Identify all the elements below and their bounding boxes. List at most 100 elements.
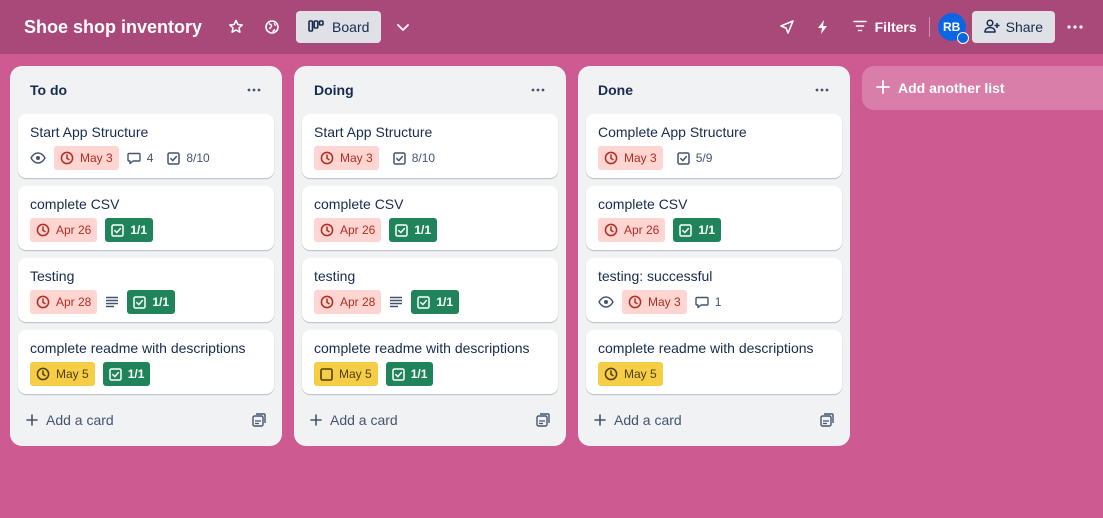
checklist-icon	[108, 367, 122, 381]
checklist-badge: 1/1	[385, 362, 434, 386]
list-header: Done	[586, 66, 842, 114]
card-title: Start App Structure	[30, 124, 149, 140]
create-from-template-icon[interactable]	[536, 413, 550, 427]
card-badges: May 5 1/1	[314, 362, 546, 386]
card[interactable]: complete CSV Apr 26 1/1	[302, 186, 558, 250]
card[interactable]: complete CSV Apr 26 1/1	[586, 186, 842, 250]
card-title: testing: successful	[598, 268, 713, 284]
chevron-down-icon[interactable]	[387, 11, 419, 43]
card-badges: May 3 8/10	[314, 146, 546, 170]
add-card-button[interactable]: Add a card	[310, 412, 398, 428]
checklist-badge: 8/10	[387, 146, 441, 170]
clock-icon	[36, 223, 50, 237]
list-actions-icon[interactable]	[526, 78, 550, 102]
card[interactable]: testing Apr 28 1/1	[302, 258, 558, 322]
due-date-text: Apr 26	[340, 223, 376, 237]
automation-bolt-icon[interactable]	[807, 11, 839, 43]
card[interactable]: complete readme with descriptions May 5 …	[302, 330, 558, 394]
checklist-badge: 1/1	[673, 218, 722, 242]
add-card-label: Add a card	[614, 412, 682, 428]
list-2: Done Complete App Structure May 3 5/9 co…	[578, 66, 850, 446]
checklist-badge: 1/1	[389, 218, 438, 242]
clock-icon	[36, 367, 50, 381]
due-date-badge[interactable]: May 3	[314, 146, 379, 170]
comment-icon	[694, 296, 709, 309]
due-date-badge[interactable]: Apr 26	[30, 218, 98, 242]
list-title[interactable]: To do	[30, 82, 67, 98]
card[interactable]: complete readme with descriptions May 5 …	[18, 330, 274, 394]
due-date-text: Apr 26	[624, 223, 660, 237]
list-actions-icon[interactable]	[810, 78, 834, 102]
due-date-text: May 3	[648, 295, 681, 309]
filters-button[interactable]: Filters	[843, 11, 927, 43]
globe-icon[interactable]	[256, 11, 288, 43]
checklist-icon	[676, 151, 690, 165]
create-from-template-icon[interactable]	[252, 413, 266, 427]
add-card-label: Add a card	[330, 412, 398, 428]
member-avatar[interactable]: RB	[937, 13, 969, 44]
plus-icon	[876, 79, 890, 97]
list-0: To do Start App Structure May 3 4 8/10 c…	[10, 66, 282, 446]
due-date-badge[interactable]: May 3	[54, 146, 119, 170]
due-date-badge[interactable]: May 5	[314, 362, 378, 386]
checklist-badge: 1/1	[105, 218, 154, 242]
add-card-button[interactable]: Add a card	[26, 412, 114, 428]
checklist-icon	[111, 223, 125, 237]
header-divider	[928, 17, 930, 37]
due-date-text: May 5	[339, 367, 372, 381]
due-date-badge[interactable]: Apr 28	[30, 290, 98, 314]
card[interactable]: Start App Structure May 3 4 8/10	[18, 114, 274, 178]
due-date-badge[interactable]: Apr 28	[314, 290, 382, 314]
card[interactable]: Complete App Structure May 3 5/9	[586, 114, 842, 178]
card-badges: May 5 1/1	[30, 362, 262, 386]
checklist-count: 5/9	[695, 151, 713, 165]
due-complete-checkbox-icon	[320, 367, 333, 381]
clock-icon	[36, 295, 50, 309]
card[interactable]: complete CSV Apr 26 1/1	[18, 186, 274, 250]
checklist-count: 1/1	[698, 223, 716, 237]
view-label: Board	[332, 19, 370, 35]
rocket-icon[interactable]	[771, 11, 803, 43]
card-title: complete CSV	[30, 196, 120, 212]
board-header: Shoe shop inventory Board Filters RB Sha…	[0, 0, 1103, 54]
card[interactable]: complete readme with descriptions May 5	[586, 330, 842, 394]
add-list-button[interactable]: Add another list	[862, 66, 1103, 110]
comment-icon	[126, 152, 141, 165]
view-switcher-button[interactable]: Board	[296, 11, 382, 43]
due-date-badge[interactable]: May 3	[598, 146, 663, 170]
card[interactable]: testing: successful May 3 1	[586, 258, 842, 322]
card-title: testing	[314, 268, 356, 284]
plus-icon	[310, 414, 322, 426]
filters-label: Filters	[874, 19, 917, 35]
list-title[interactable]: Doing	[314, 82, 354, 98]
board-title[interactable]: Shoe shop inventory	[24, 17, 202, 38]
star-icon[interactable]	[220, 11, 252, 43]
card[interactable]: Start App Structure May 3 8/10	[302, 114, 558, 178]
add-person-icon	[983, 18, 1000, 36]
due-date-text: May 5	[624, 367, 657, 381]
clock-icon	[604, 151, 618, 165]
checklist-badge: 1/1	[127, 290, 176, 314]
add-card-row: Add a card	[586, 402, 842, 438]
due-date-badge[interactable]: May 3	[622, 290, 687, 314]
checklist-count: 8/10	[186, 151, 210, 165]
clock-icon	[320, 223, 334, 237]
checklist-icon	[167, 151, 181, 165]
card-title: Complete App Structure	[598, 124, 747, 140]
share-button[interactable]: Share	[971, 11, 1055, 43]
create-from-template-icon[interactable]	[820, 413, 834, 427]
more-options-icon[interactable]	[1059, 11, 1091, 43]
list-actions-icon[interactable]	[242, 78, 266, 102]
card[interactable]: Testing Apr 28 1/1	[18, 258, 274, 322]
checklist-icon	[417, 295, 431, 309]
due-date-badge[interactable]: May 5	[598, 362, 663, 386]
due-date-badge[interactable]: Apr 26	[314, 218, 382, 242]
checklist-icon	[391, 367, 405, 381]
due-date-badge[interactable]: May 5	[30, 362, 95, 386]
card-title: Start App Structure	[314, 124, 433, 140]
due-date-badge[interactable]: Apr 26	[598, 218, 666, 242]
watching-icon	[598, 296, 614, 308]
list-title[interactable]: Done	[598, 82, 633, 98]
add-card-button[interactable]: Add a card	[594, 412, 682, 428]
checklist-icon	[392, 151, 406, 165]
